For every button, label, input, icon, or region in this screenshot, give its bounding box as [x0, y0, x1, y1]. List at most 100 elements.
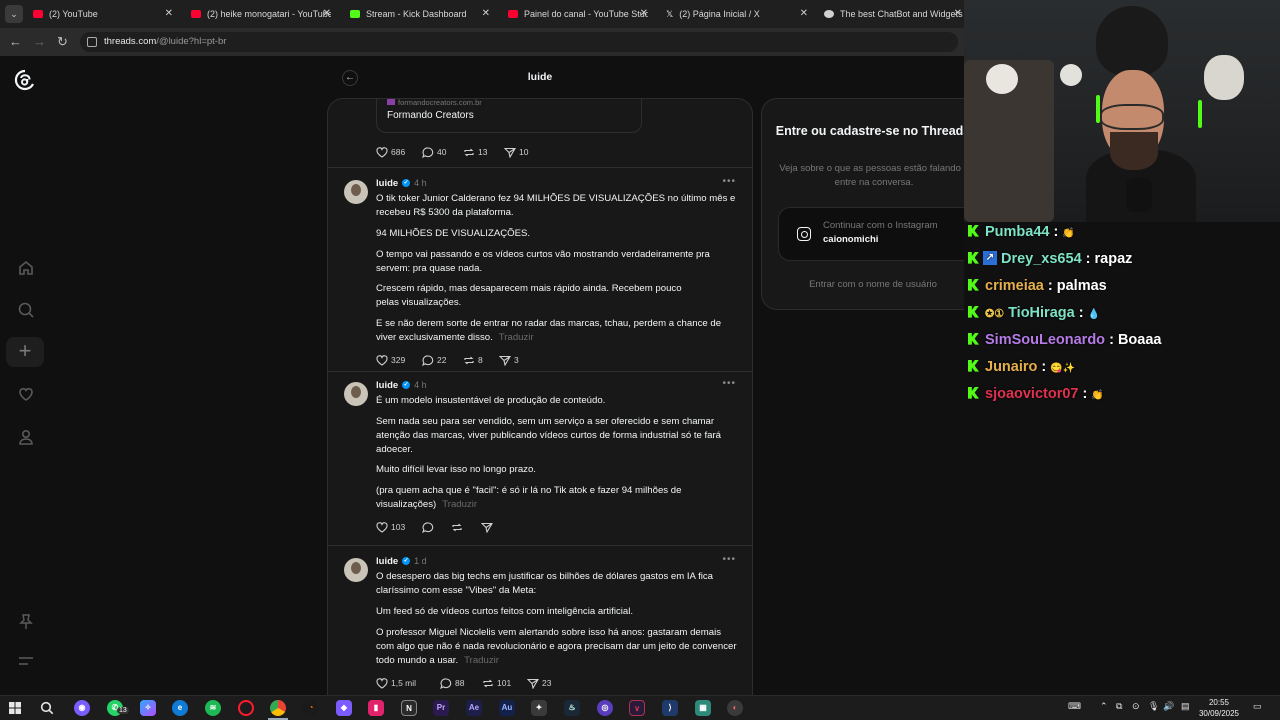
- repost-button[interactable]: 8: [463, 353, 483, 367]
- close-tab-icon[interactable]: ✕: [640, 0, 648, 28]
- site-info-icon[interactable]: [87, 37, 97, 47]
- vscode-app-icon[interactable]: ⟩: [662, 700, 678, 716]
- username-login-link[interactable]: Entrar com o nome de usuário: [762, 279, 964, 290]
- home-icon[interactable]: [16, 258, 36, 278]
- close-tab-icon[interactable]: ✕: [323, 0, 331, 28]
- microphone-icon[interactable]: 🎙: [1148, 701, 1159, 712]
- post-time[interactable]: 1 d: [414, 556, 427, 566]
- activity-heart-icon[interactable]: [16, 384, 36, 404]
- edge-app-icon[interactable]: e: [172, 700, 188, 716]
- close-tab-icon[interactable]: ✕: [800, 0, 808, 28]
- forward-arrow-icon[interactable]: →: [33, 34, 46, 50]
- share-button[interactable]: 23: [526, 676, 551, 690]
- verified-badge-icon: ✓: [402, 179, 411, 188]
- page-title: luide: [527, 71, 553, 83]
- reply-button[interactable]: 40: [422, 145, 446, 159]
- after-effects-app-icon[interactable]: Ae: [466, 700, 482, 716]
- more-options-icon[interactable]: •••: [722, 378, 736, 389]
- notion-app-icon[interactable]: N: [401, 700, 417, 716]
- reply-button[interactable]: 22: [422, 353, 446, 367]
- profile-icon[interactable]: [16, 427, 36, 447]
- close-tab-icon[interactable]: ✕: [165, 0, 173, 28]
- more-options-icon[interactable]: •••: [722, 554, 736, 565]
- search-icon[interactable]: [40, 701, 54, 715]
- like-button[interactable]: 686: [376, 145, 405, 159]
- avatar[interactable]: [344, 558, 368, 582]
- share-button[interactable]: 10: [503, 145, 528, 159]
- threads-logo-icon[interactable]: [14, 69, 36, 91]
- app-icon[interactable]: ∨: [629, 700, 645, 716]
- post-time[interactable]: 4 h: [414, 178, 427, 188]
- link-preview-card[interactable]: formandocreators.com.br Formando Creator…: [376, 99, 642, 133]
- share-button[interactable]: [480, 520, 496, 534]
- login-subtitle: Veja sobre o que as pessoas estão faland…: [779, 163, 964, 188]
- link-domain: formandocreators.com.br: [387, 99, 482, 107]
- tab-x-home[interactable]: 𝕏 (2) Página Inicial / X ✕: [666, 0, 808, 28]
- close-tab-icon[interactable]: ✕: [954, 0, 962, 28]
- kick-icon: [968, 386, 979, 399]
- like-button[interactable]: 329: [376, 353, 405, 367]
- new-post-button[interactable]: +: [6, 337, 44, 367]
- avatar[interactable]: [344, 180, 368, 204]
- spotify-app-icon[interactable]: ≋: [205, 700, 221, 716]
- blender-app-icon[interactable]: ◔: [303, 700, 319, 716]
- volume-icon[interactable]: 🔊: [1163, 701, 1174, 712]
- search-icon[interactable]: [16, 300, 36, 320]
- tab-search-button[interactable]: ⌄: [5, 5, 23, 23]
- repost-button[interactable]: 13: [463, 145, 487, 159]
- translate-link[interactable]: Traduzir: [464, 655, 499, 666]
- app-icon[interactable]: ✦: [531, 700, 547, 716]
- premiere-app-icon[interactable]: Pr: [433, 700, 449, 716]
- app-icon[interactable]: ▮: [368, 700, 384, 716]
- system-clock[interactable]: 20:55 30/09/2025: [1196, 696, 1242, 719]
- obs-app-icon[interactable]: ◎: [597, 700, 613, 716]
- repost-button[interactable]: [451, 520, 466, 534]
- post-author[interactable]: luide: [376, 380, 398, 391]
- reload-icon[interactable]: ↻: [57, 34, 68, 50]
- tab-youtube[interactable]: (2) YouTube ✕: [33, 0, 173, 28]
- avatar[interactable]: [344, 382, 368, 406]
- post-author[interactable]: luide: [376, 178, 398, 189]
- tab-youtube-studio[interactable]: Painel do canal - YouTube Stud ✕: [508, 0, 648, 28]
- keyboard-icon[interactable]: ⌨: [1068, 701, 1081, 712]
- reply-button[interactable]: [422, 520, 437, 534]
- chat-message: sjoaovictor07 : 👏: [968, 386, 1104, 402]
- app-icon[interactable]: ◐: [727, 700, 743, 716]
- translate-link[interactable]: Traduzir: [442, 499, 477, 510]
- tray-app-icon[interactable]: ⧉: [1116, 701, 1122, 712]
- kick-icon: [968, 224, 979, 237]
- repost-button[interactable]: 101: [482, 676, 511, 690]
- pin-icon[interactable]: [16, 612, 36, 632]
- like-button[interactable]: 103: [376, 520, 405, 534]
- windows-start-icon[interactable]: [9, 702, 21, 714]
- menu-icon[interactable]: [16, 651, 36, 671]
- tray-app-icon[interactable]: ⊙: [1132, 701, 1140, 712]
- more-options-icon[interactable]: •••: [722, 176, 736, 187]
- address-bar[interactable]: threads.com/@luide?hl=pt-br: [80, 32, 958, 52]
- copilot-app-icon[interactable]: ✧: [140, 700, 156, 716]
- discord-app-icon[interactable]: ◉: [74, 700, 90, 716]
- post-author[interactable]: luide: [376, 556, 398, 567]
- back-button[interactable]: ←: [342, 70, 358, 86]
- app-icon[interactable]: ▦: [695, 700, 711, 716]
- audition-app-icon[interactable]: Au: [499, 700, 515, 716]
- reply-button[interactable]: 88: [440, 676, 464, 690]
- close-tab-icon[interactable]: ✕: [482, 0, 490, 28]
- like-button[interactable]: 1,5 mil: [376, 676, 416, 690]
- tab-kick-dashboard[interactable]: Stream - Kick Dashboard ✕: [350, 0, 490, 28]
- show-hidden-icons-icon[interactable]: ⌃: [1100, 701, 1108, 712]
- app-icon[interactable]: ◆: [336, 700, 352, 716]
- back-arrow-icon[interactable]: ←: [9, 34, 22, 50]
- share-button[interactable]: 3: [498, 353, 519, 367]
- post-header: luide ✓ 4 h: [376, 178, 427, 189]
- opera-app-icon[interactable]: [238, 700, 254, 716]
- chrome-app-icon[interactable]: [270, 700, 286, 716]
- steam-app-icon[interactable]: ♨: [564, 700, 580, 716]
- post-time[interactable]: 4 h: [414, 380, 427, 390]
- network-icon[interactable]: ▤: [1181, 701, 1190, 712]
- translate-link[interactable]: Traduzir: [499, 332, 534, 343]
- tab-chatbot-widgets[interactable]: The best ChatBot and Widgets ✕: [824, 0, 966, 28]
- notifications-icon[interactable]: ▭: [1253, 701, 1262, 712]
- continue-with-instagram-button[interactable]: Continuar com o Instagram caionomichi: [778, 207, 964, 261]
- tab-heike-monogatari[interactable]: (2) heike monogatari - YouTube ✕: [191, 0, 331, 28]
